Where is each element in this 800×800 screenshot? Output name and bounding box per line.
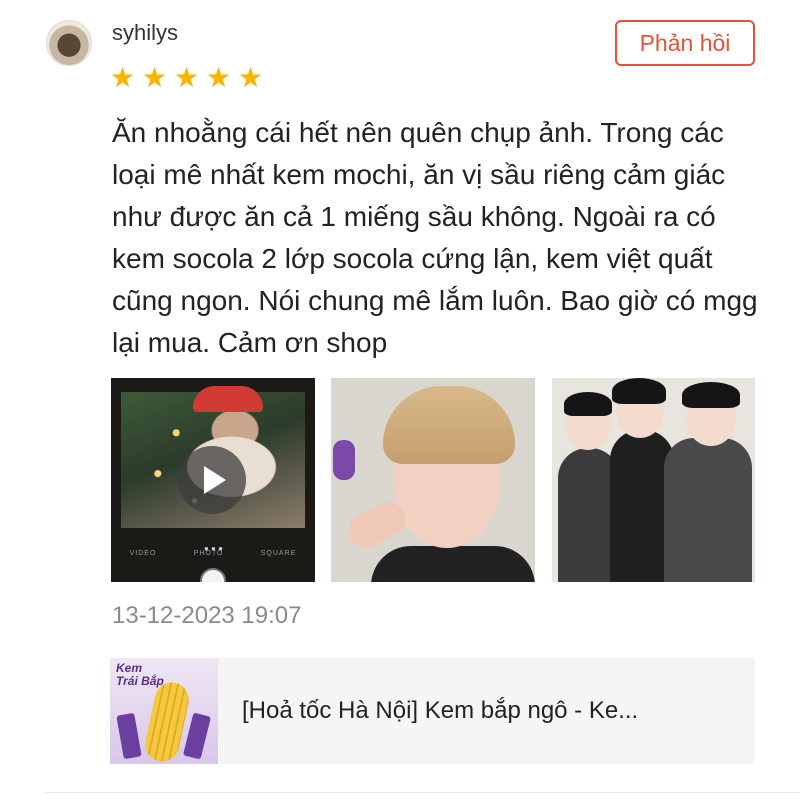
figure-right — [664, 438, 752, 582]
flower-shape — [333, 440, 355, 480]
ice-cream-pack — [182, 712, 212, 760]
shutter-icon — [200, 568, 226, 582]
shirt-shape — [371, 546, 535, 582]
santa-hat — [193, 386, 263, 412]
camera-mode-photo: PHOTO — [193, 550, 224, 557]
star-icon: ★ — [238, 61, 264, 94]
user-avatar[interactable] — [46, 20, 92, 66]
camera-mode-square: SQUARE — [260, 550, 297, 557]
review-text: Ăn nhoằng cái hết nên quên chụp ảnh. Tro… — [112, 117, 758, 358]
figure-right-hair — [682, 382, 740, 408]
star-rating: ★ ★ ★ ★ ★ — [110, 64, 266, 92]
thumbnail-title: Kem Trái Bắp — [116, 661, 164, 688]
review-video-thumbnail[interactable]: ● ● ● VIDEO PHOTO SQUARE — [111, 378, 315, 582]
reply-button[interactable]: Phản hồi — [615, 20, 755, 66]
star-icon: ★ — [206, 61, 232, 94]
review-photo-2[interactable] — [331, 378, 535, 582]
product-card[interactable]: Kem Trái Bắp [Hoả tốc Hà Nội] Kem bắp ng… — [110, 658, 755, 764]
review-photo-3[interactable] — [552, 378, 755, 582]
star-icon: ★ — [142, 61, 168, 94]
camera-mode-video: VIDEO — [129, 550, 157, 557]
username[interactable]: syhilys — [112, 20, 178, 46]
ice-cream-pack — [116, 712, 142, 760]
product-name: [Hoả tốc Hà Nội] Kem bắp ngô - Ke... — [242, 697, 639, 724]
star-icon: ★ — [174, 61, 200, 94]
product-thumbnail: Kem Trái Bắp — [110, 658, 218, 764]
play-icon[interactable] — [178, 446, 246, 514]
divider — [46, 792, 800, 793]
star-icon: ★ — [110, 61, 136, 94]
review-timestamp: 13-12-2023 19:07 — [112, 602, 302, 629]
camera-mode-bar: VIDEO PHOTO SQUARE — [111, 550, 315, 557]
review-card: syhilys Phản hồi ★ ★ ★ ★ ★ Ăn nhoằng cái… — [0, 0, 800, 800]
figure-left-hair — [564, 392, 612, 416]
hair-shape — [383, 386, 515, 464]
figure-middle-hair — [612, 378, 666, 404]
